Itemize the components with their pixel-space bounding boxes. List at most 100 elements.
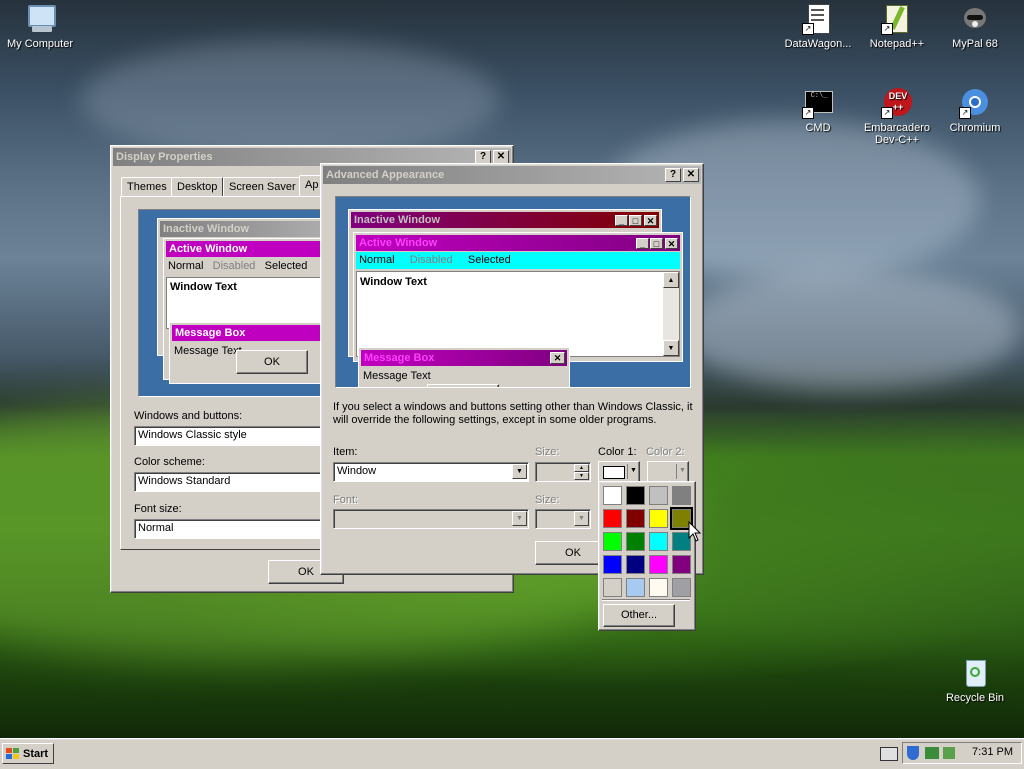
chevron-down-icon: ▼ [630, 467, 637, 474]
close-button[interactable]: ✕ [683, 168, 699, 182]
color-swatch[interactable] [626, 509, 645, 528]
font-select[interactable]: ▼ [333, 509, 529, 529]
preview-ok-button: OK [427, 384, 499, 387]
desktop-icon-my-computer[interactable]: My Computer [0, 3, 80, 50]
preview-active-titlebar: Active Window _ □ ✕ [356, 235, 680, 251]
font-size-label: Font size: [134, 503, 182, 515]
color-swatch[interactable] [649, 486, 668, 505]
preview-inactive-titlebar: Inactive Window _ □ ✕ [351, 212, 659, 228]
color-swatch[interactable] [603, 509, 622, 528]
advanced-preview[interactable]: Inactive Window _ □ ✕ Active Window _ □ ✕ No… [335, 196, 691, 388]
dialog-title: Advanced Appearance [326, 169, 445, 181]
color-swatch[interactable] [603, 532, 622, 551]
preview-window-body: Window Text ▲ ▼ [356, 271, 680, 357]
network-icon[interactable] [925, 747, 939, 759]
start-button[interactable]: Start [2, 743, 54, 764]
advanced-appearance-titlebar[interactable]: Advanced Appearance ? ✕ [323, 166, 701, 184]
tab-desktop[interactable]: Desktop [171, 177, 224, 197]
terminal-icon: C:\_ ↗ [802, 87, 834, 119]
desktop-icon-recycle-bin[interactable]: Recycle Bin [935, 657, 1015, 704]
notepad-icon: ↗ [881, 3, 913, 35]
size-spinner[interactable]: ▲ ▼ [535, 462, 591, 482]
keyboard-icon[interactable] [880, 747, 898, 761]
preview-menu-bar: Normal Disabled Selected [356, 252, 680, 269]
close-button[interactable]: ✕ [493, 150, 509, 164]
icon-label: Notepad++ [869, 38, 925, 50]
cloud [80, 40, 500, 160]
color-swatch[interactable] [603, 486, 622, 505]
color-scheme-select[interactable]: Windows Standard [134, 472, 324, 492]
mouse-cursor-icon [688, 521, 702, 542]
chevron-down-icon: ▼ [512, 511, 527, 526]
system-tray: 7:31 PM [902, 742, 1022, 764]
color-swatch[interactable] [649, 578, 668, 597]
color-swatch[interactable] [649, 555, 668, 574]
font-size-select[interactable]: ▼ [535, 509, 591, 529]
chevron-down-icon: ▼ [679, 467, 686, 474]
speaker-icon[interactable] [943, 747, 955, 759]
color-swatch[interactable] [603, 555, 622, 574]
preview-menu: Normal Disabled Selected [168, 260, 308, 272]
desktop-icon-cmd[interactable]: C:\_ ↗ CMD [778, 87, 858, 134]
info-text: If you select a windows and buttons sett… [333, 401, 693, 426]
chevron-down-icon: ▼ [574, 511, 589, 526]
raccoon-icon [959, 3, 991, 35]
help-button[interactable]: ? [665, 168, 681, 182]
item-select[interactable]: Window ▼ [333, 462, 529, 482]
shield-icon[interactable] [907, 746, 919, 760]
color-swatch[interactable] [626, 578, 645, 597]
desktop-icon-datawagon[interactable]: ↗ DataWagon... [778, 3, 858, 50]
color-swatch[interactable] [672, 555, 691, 574]
desktop-icon-mypal[interactable]: MyPal 68 [935, 3, 1015, 50]
preview-message-box: Message Box ✕ Message Text OK [358, 347, 570, 387]
document-icon: ↗ [802, 3, 834, 35]
clock[interactable]: 7:31 PM [972, 746, 1013, 758]
icon-label: Chromium [949, 122, 1001, 134]
color2-label: Color 2: [646, 446, 685, 458]
desktop-icon-chromium[interactable]: ↗ Chromium [935, 87, 1015, 134]
color-swatch[interactable] [626, 532, 645, 551]
color-swatch[interactable] [649, 509, 668, 528]
taskbar: Start 7:31 PM [0, 738, 1024, 769]
preview-msg-text: Message Text [174, 345, 242, 357]
icon-label: My Computer [6, 38, 74, 50]
windows-logo-icon [6, 748, 20, 760]
preview-active-title: Active Window [166, 241, 339, 257]
font-size-select[interactable]: Normal [134, 519, 324, 539]
color-swatch[interactable] [672, 578, 691, 597]
item-label: Item: [333, 446, 358, 458]
color-swatch[interactable] [672, 486, 691, 505]
font-size-label: Size: [535, 494, 560, 506]
windows-buttons-select[interactable]: Windows Classic style [134, 426, 324, 446]
preview-msgbox-title: Message Box [172, 325, 339, 341]
preview-ok-button: OK [236, 350, 308, 374]
color-swatch[interactable] [603, 578, 622, 597]
tab-screen-saver[interactable]: Screen Saver [223, 177, 302, 197]
tab-themes[interactable]: Themes [121, 177, 173, 197]
appearance-preview: Inactive Window Active Window Normal Dis… [138, 209, 340, 397]
preview-msgbox-titlebar: Message Box ✕ [361, 350, 567, 366]
color-swatch[interactable] [626, 486, 645, 505]
color-swatch[interactable] [649, 532, 668, 551]
icon-label: Recycle Bin [945, 692, 1005, 704]
desktop-icon-devcpp[interactable]: DEV ++ ↗ Embarcadero Dev-C++ [857, 87, 937, 146]
desktop: My Computer ↗ DataWagon... ↗ Notepad++ M… [0, 0, 1024, 738]
preview-inactive-title: Inactive Window [160, 221, 339, 237]
chevron-down-icon: ▼ [512, 464, 527, 479]
window-title: Display Properties [116, 151, 213, 163]
desktop-icon-notepadpp[interactable]: ↗ Notepad++ [857, 3, 937, 50]
icon-label: DataWagon... [784, 38, 852, 50]
font-label: Font: [333, 494, 359, 506]
color1-label: Color 1: [598, 446, 637, 458]
cloud [680, 270, 1020, 390]
windows-buttons-label: Windows and buttons: [134, 410, 243, 422]
recycle-bin-icon [959, 657, 991, 689]
help-button[interactable]: ? [475, 150, 491, 164]
color-palette-popup: Other... [598, 481, 696, 631]
color-swatch[interactable] [626, 555, 645, 574]
icon-label: CMD [805, 122, 831, 134]
icon-label: MyPal 68 [952, 38, 998, 50]
other-color-button[interactable]: Other... [603, 604, 675, 627]
color-scheme-label: Color scheme: [134, 456, 205, 468]
preview-msg-text: Message Text [363, 370, 431, 382]
